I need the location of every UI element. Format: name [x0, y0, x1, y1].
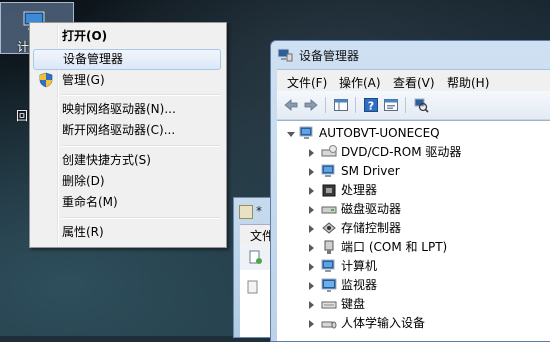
tree-item-label: SM Driver: [341, 164, 400, 178]
menu-item-label: 管理(G): [62, 73, 105, 87]
menu-separator: [62, 217, 220, 219]
toolbar-divider: [325, 97, 326, 113]
background-window-title: *: [256, 204, 262, 218]
shield-icon: [39, 72, 53, 88]
expand-icon[interactable]: [309, 301, 314, 309]
toolbar: ?: [277, 91, 550, 120]
help-icon[interactable]: ?: [363, 97, 379, 113]
menu-item-map-network-drive[interactable]: 映射网络驱动器(N)...: [33, 99, 221, 120]
storage-controller-icon: [322, 222, 336, 234]
keyboard-icon: [321, 301, 337, 309]
menu-item-create-shortcut[interactable]: 创建快捷方式(S): [33, 150, 221, 171]
new-file-icon[interactable]: [248, 250, 262, 264]
computer-icon: [299, 126, 313, 139]
expand-icon[interactable]: [309, 225, 314, 233]
tree-item-label: 键盘: [341, 297, 366, 311]
properties-icon[interactable]: [383, 97, 399, 113]
console-tree-icon[interactable]: [333, 97, 349, 113]
window-title: 设备管理器: [299, 49, 360, 63]
desktop-icon-label-2: 回: [16, 109, 29, 123]
menu-separator: [62, 145, 220, 147]
desktop-icon-label: 计: [17, 40, 30, 54]
menu-item-device-manager[interactable]: 设备管理器: [33, 49, 221, 70]
menu-bar: 文件(F) 操作(A) 查看(V) 帮助(H): [277, 69, 550, 92]
menu-separator: [62, 94, 220, 96]
expand-icon[interactable]: [309, 149, 314, 157]
menu-item-disconnect-network-drive[interactable]: 断开网络驱动器(C)...: [33, 120, 221, 141]
menu-file[interactable]: 文件(F): [287, 74, 327, 91]
menu-view[interactable]: 查看(V): [393, 74, 435, 91]
sm-driver-icon: [321, 164, 335, 177]
toolbar-divider: [405, 97, 406, 113]
tree-item-label: 磁盘驱动器: [341, 202, 402, 216]
port-icon: [324, 240, 334, 254]
menu-item-delete[interactable]: 删除(D): [33, 171, 221, 192]
svg-text:?: ?: [368, 100, 374, 113]
tree-item-label: 处理器: [341, 183, 378, 197]
hid-icon: [321, 321, 337, 329]
tree-item-label: DVD/CD-ROM 驱动器: [341, 145, 462, 159]
computer-icon: [321, 259, 335, 272]
forward-icon[interactable]: [303, 97, 319, 113]
menu-item-manage[interactable]: 管理(G): [33, 70, 221, 91]
toolbar-divider: [355, 97, 356, 113]
collapse-icon[interactable]: [287, 132, 295, 137]
tree-item-label: 计算机: [341, 259, 378, 273]
scan-hardware-icon[interactable]: [413, 97, 429, 113]
context-menu: 打开(O) 设备管理器 管理(G) 映射网络驱动器(N)... 断开网络驱动器(…: [29, 22, 227, 248]
monitor-icon: [321, 278, 337, 292]
disk-drive-icon: [321, 206, 337, 214]
processor-icon: [322, 184, 336, 197]
tree-item-label: 端口 (COM 和 LPT): [341, 240, 448, 254]
menu-help[interactable]: 帮助(H): [447, 74, 489, 91]
menu-action[interactable]: 操作(A): [339, 74, 381, 91]
device-manager-icon: [277, 48, 293, 62]
dvd-drive-icon: [321, 145, 337, 157]
expand-icon[interactable]: [309, 206, 314, 214]
tree-item-label: 人体学输入设备: [341, 316, 426, 330]
device-tree: AUTOBVT-UONECEQ DVD/CD-ROM 驱动器 SM Driver: [277, 120, 550, 341]
expand-icon[interactable]: [309, 282, 314, 290]
back-icon[interactable]: [283, 97, 299, 113]
menu-item-rename[interactable]: 重命名(M): [33, 192, 221, 213]
menu-item-properties[interactable]: 属性(R): [33, 222, 221, 243]
menu-item-open[interactable]: 打开(O): [33, 26, 221, 47]
device-manager-window[interactable]: 设备管理器 文件(F) 操作(A) 查看(V) 帮助(H) ? AUTOBVT-…: [270, 40, 550, 342]
expand-icon[interactable]: [309, 320, 314, 328]
expand-icon[interactable]: [309, 168, 314, 176]
root-computer-name: AUTOBVT-UONECEQ: [319, 126, 440, 140]
tree-item-label: 存储控制器: [341, 221, 402, 235]
tree-item-label: 监视器: [341, 278, 378, 292]
expand-icon[interactable]: [309, 263, 314, 271]
expand-icon[interactable]: [309, 187, 314, 195]
expand-icon[interactable]: [309, 244, 314, 252]
file-icon: [247, 280, 258, 294]
window-icon: [239, 205, 253, 219]
